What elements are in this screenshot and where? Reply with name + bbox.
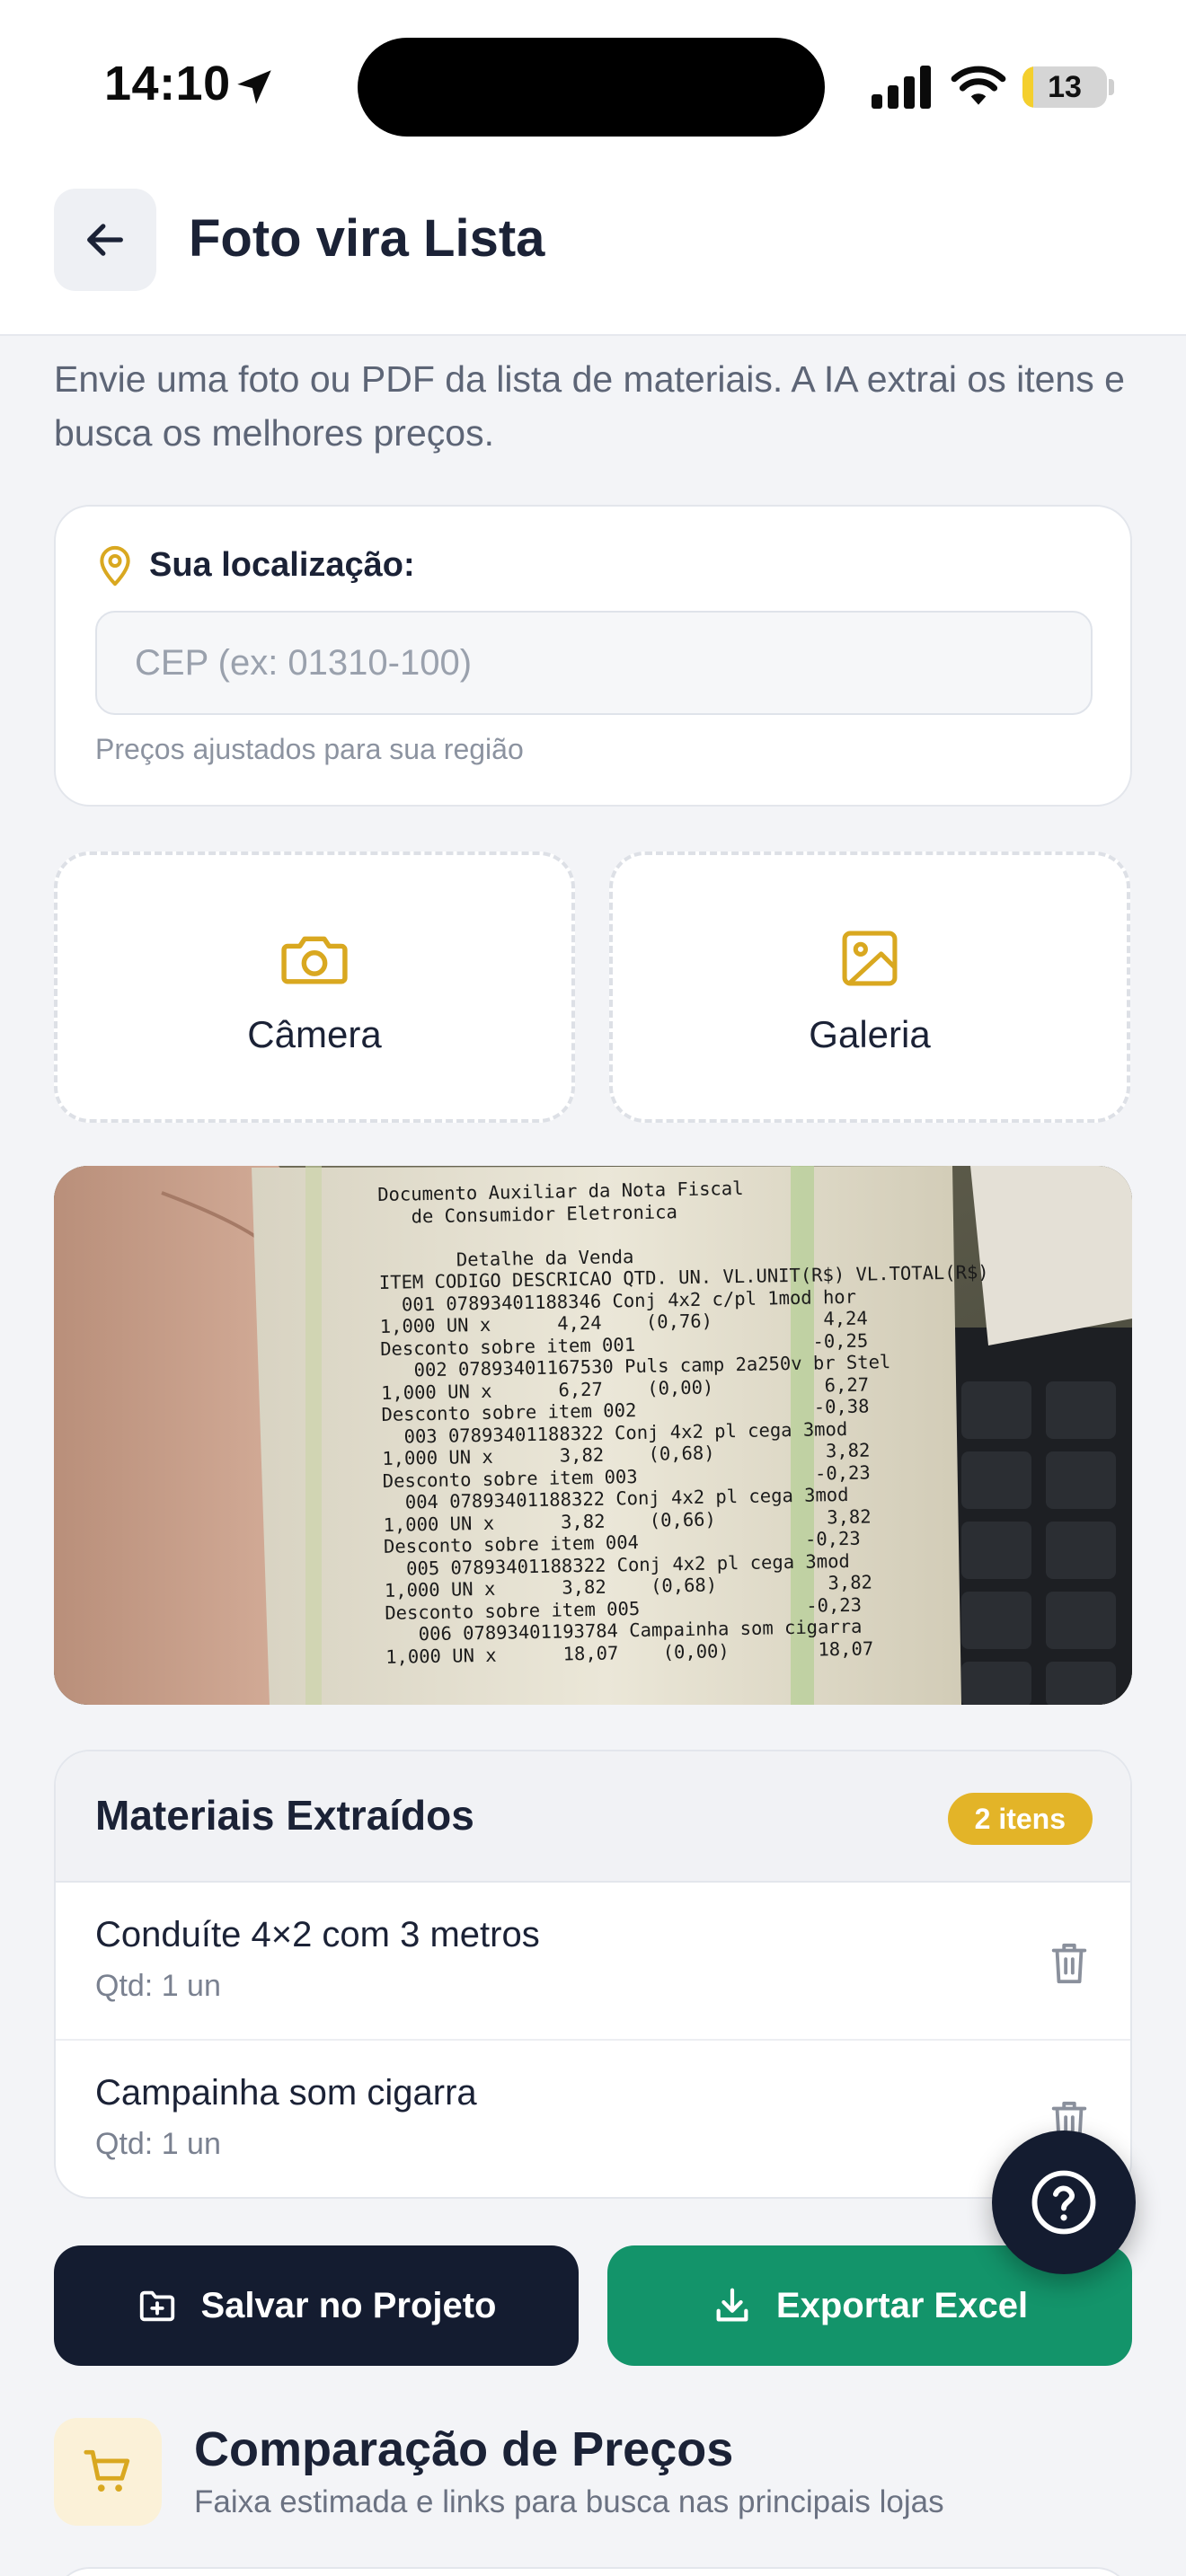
battery-percent: 13 [1048,69,1082,104]
price-comparison-card [54,2567,1132,2576]
materials-card: Materiais Extraídos 2 itens Conduíte 4×2… [54,1750,1132,2199]
materials-title: Materiais Extraídos [95,1792,474,1839]
receipt-text: Documento Auxiliar da Nota Fiscal de Con… [377,1177,989,1668]
status-bar: 14:10 13 [0,0,1186,171]
material-item: Campainha som cigarra Qtd: 1 un [56,2041,1130,2197]
status-time: 14:10 [104,57,231,110]
battery-cap [1109,79,1114,95]
help-button[interactable] [992,2130,1136,2274]
cellular-signal-icon [872,66,931,109]
cep-input[interactable] [95,611,1093,715]
comparison-title: Comparação de Preços [194,2422,734,2476]
gallery-label: Galeria [809,1013,931,1055]
app-header: Foto vira Lista [0,171,1186,336]
page-title: Foto vira Lista [189,209,545,268]
location-hint: Preços ajustados para sua região [95,733,524,765]
location-card: Sua localização: Preços ajustados para s… [54,505,1132,807]
receipt-photo: Documento Auxiliar da Nota Fiscal de Con… [54,1166,1132,1705]
dynamic-island [358,38,825,137]
location-label: Sua localização: [149,546,415,584]
material-qty: Qtd: 1 un [95,1969,221,2003]
material-item: Conduíte 4×2 com 3 metros Qtd: 1 un [56,1883,1130,2041]
back-button[interactable] [54,189,156,291]
map-pin-icon [100,545,130,587]
export-button-label: Exportar Excel [775,2285,1029,2325]
comparison-subtitle: Faixa estimada e links para busca nas pr… [194,2484,944,2519]
wifi-icon [951,66,1006,105]
intro-text: Envie uma foto ou PDF da lista de materi… [54,358,1125,454]
material-name: Conduíte 4×2 com 3 metros [95,1915,540,1954]
save-to-project-button[interactable]: Salvar no Projeto [54,2245,579,2366]
camera-label: Câmera [247,1013,382,1055]
camera-upload-button[interactable]: Câmera [54,851,575,1123]
folder-plus-icon [139,2290,174,2322]
material-name: Campainha som cigarra [95,2073,477,2113]
trash-icon[interactable] [1049,1940,1089,1985]
camera-icon [281,936,348,984]
location-arrow-icon [237,70,271,104]
gallery-upload-button[interactable]: Galeria [609,851,1130,1123]
help-circle-icon [1031,2170,1096,2235]
arrow-left-icon [87,224,123,256]
save-button-label: Salvar no Projeto [200,2285,497,2325]
image-icon [842,931,898,986]
cart-icon [84,2449,130,2492]
materials-header: Materiais Extraídos 2 itens [56,1751,1130,1883]
download-icon [716,2288,748,2322]
material-qty: Qtd: 1 un [95,2127,221,2161]
battery-icon: 13 [1022,66,1107,108]
items-count-badge: 2 itens [947,1793,1093,1845]
cart-icon-box [54,2418,162,2526]
